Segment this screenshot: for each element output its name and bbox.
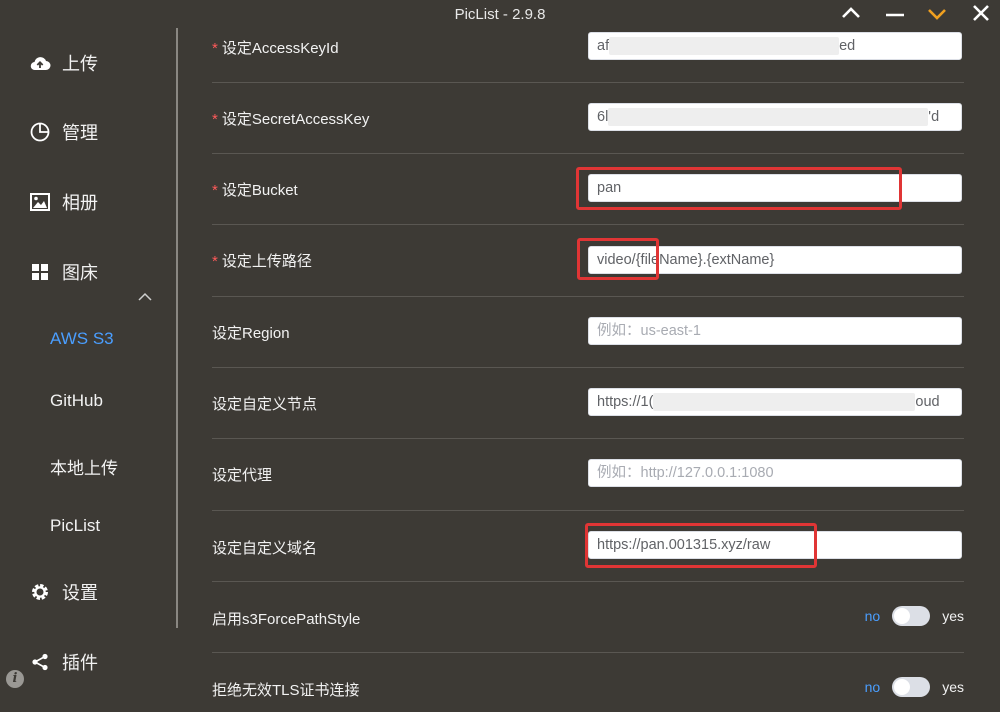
grid-icon <box>28 260 52 284</box>
mini-window-button[interactable] <box>922 2 952 28</box>
proxy-input[interactable]: 例如：http://127.0.0.1:1080 <box>588 459 962 487</box>
force-path-style-toggle-group: no yes <box>865 606 964 626</box>
toggle-off-label: no <box>864 608 881 624</box>
form-row-custom-endpoint: 设定自定义节点 https://1(oud <box>212 367 964 439</box>
field-label: 设定Region <box>212 325 290 342</box>
sidebar-item-manage[interactable]: 管理 <box>28 114 98 150</box>
field-label: 设定上传路径 <box>221 253 312 270</box>
minimize-icon <box>886 13 904 17</box>
sidebar-subitem-piclist[interactable]: PicList <box>50 516 100 536</box>
info-icon[interactable]: i <box>6 670 24 688</box>
form-row-reject-invalid-tls: 拒绝无效TLS证书连接 no yes <box>212 652 964 712</box>
reject-tls-toggle-group: no yes <box>865 677 964 697</box>
form-row-secret-access-key: * 设定SecretAccessKey 6l'd <box>212 82 964 154</box>
field-label: 启用s3ForcePathStyle <box>212 611 361 628</box>
field-label: 设定AccessKeyId <box>221 40 339 57</box>
annotation-box-custom-domain <box>585 523 817 568</box>
force-path-style-switch[interactable] <box>892 606 931 626</box>
chevron-down-icon <box>928 9 946 20</box>
sidebar-subitem-github[interactable]: GitHub <box>50 391 103 411</box>
close-button[interactable] <box>966 2 996 28</box>
chevron-up-icon[interactable] <box>138 292 152 302</box>
sidebar-item-label: 图床 <box>62 263 98 283</box>
sidebar-item-label: 上传 <box>62 54 98 74</box>
form-row-access-key-id: * 设定AccessKeyId af ed <box>212 28 964 83</box>
toggle-off-label: no <box>864 679 881 695</box>
sidebar-item-label: 相册 <box>62 193 98 213</box>
form-row-force-path-style: 启用s3ForcePathStyle no yes <box>212 581 964 653</box>
image-icon <box>28 190 52 214</box>
share-icon <box>28 650 52 674</box>
toggle-on-label: yes <box>942 679 964 695</box>
access-key-id-input[interactable]: af ed <box>588 32 962 60</box>
custom-endpoint-input[interactable]: https://1(oud <box>588 388 962 416</box>
field-label: 设定自定义域名 <box>212 540 318 557</box>
sidebar-item-upload[interactable]: 上传 <box>28 45 98 81</box>
sidebar-divider <box>176 28 178 628</box>
sidebar-item-picbed[interactable]: 图床 <box>28 254 98 290</box>
sidebar-subitem-aws-s3[interactable]: AWS S3 <box>50 329 114 349</box>
chevron-up-icon <box>842 7 860 18</box>
secret-access-key-input[interactable]: 6l'd <box>588 103 962 131</box>
toggle-on-label: yes <box>942 608 964 624</box>
sidebar: 上传 管理 相册 图床 AWS S3 GitHub 本地上传 PicList 设… <box>0 28 176 694</box>
title-bar: PicList - 2.9.8 <box>0 0 1000 28</box>
annotation-box-upload-path <box>577 238 659 280</box>
sidebar-subitem-local-upload[interactable]: 本地上传 <box>50 454 118 479</box>
cloud-upload-icon <box>28 51 52 75</box>
sidebar-item-label: 管理 <box>62 123 98 143</box>
field-label: 设定Bucket <box>221 182 298 199</box>
region-input[interactable]: 例如：us-east-1 <box>588 317 962 345</box>
sidebar-item-label: 插件 <box>62 653 98 673</box>
sidebar-item-gallery[interactable]: 相册 <box>28 184 98 220</box>
sidebar-item-settings[interactable]: 设置 <box>28 574 98 610</box>
close-icon <box>973 5 989 21</box>
reject-tls-switch[interactable] <box>892 677 931 697</box>
field-label: 拒绝无效TLS证书连接 <box>212 682 360 699</box>
gear-icon <box>28 580 52 604</box>
annotation-box-bucket <box>576 167 902 210</box>
minimize-button[interactable] <box>880 2 910 28</box>
form-row-region: 设定Region 例如：us-east-1 <box>212 296 964 368</box>
sidebar-item-label: 设置 <box>62 583 98 603</box>
field-label: 设定代理 <box>212 467 273 484</box>
form-row-proxy: 设定代理 例如：http://127.0.0.1:1080 <box>212 438 964 511</box>
pie-chart-icon <box>28 120 52 144</box>
pin-top-button[interactable] <box>836 2 866 28</box>
sidebar-item-plugins[interactable]: 插件 <box>28 644 98 680</box>
field-label: 设定SecretAccessKey <box>221 111 370 128</box>
field-label: 设定自定义节点 <box>212 396 318 413</box>
